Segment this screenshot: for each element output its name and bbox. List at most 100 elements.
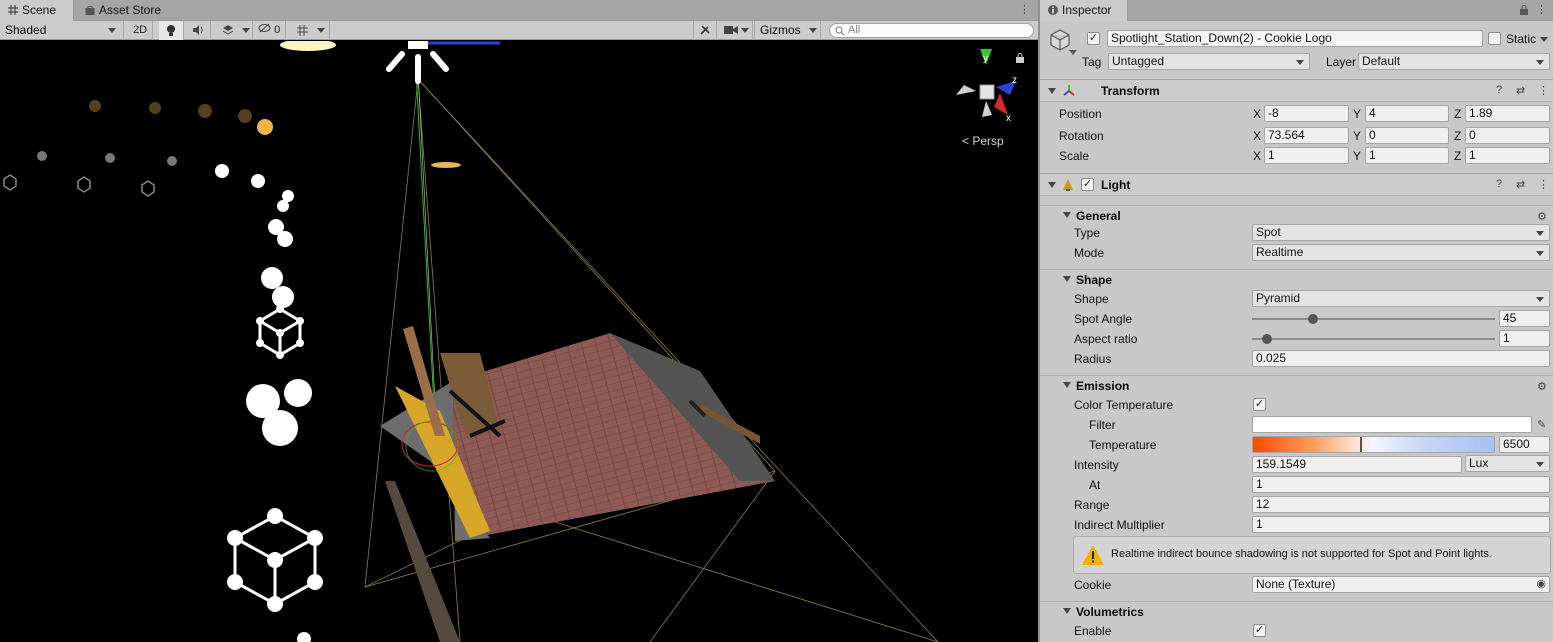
aspect-ratio-slider[interactable] xyxy=(1252,338,1495,340)
grid-snap-dropdown[interactable] xyxy=(288,21,330,40)
spot-angle-slider[interactable] xyxy=(1252,318,1495,320)
type-dropdown[interactable]: Spot xyxy=(1252,224,1550,241)
lighting-toggle-button[interactable] xyxy=(159,21,184,40)
intensity-unit-dropdown[interactable]: Lux xyxy=(1465,455,1550,472)
foldout-icon[interactable] xyxy=(1063,382,1071,388)
camera-dropdown[interactable] xyxy=(719,21,753,40)
object-active-checkbox[interactable]: ✓ xyxy=(1087,32,1100,45)
aspect-ratio-slider-knob[interactable] xyxy=(1261,334,1272,344)
gear-icon[interactable]: ⚙ xyxy=(1537,210,1547,223)
foldout-icon[interactable] xyxy=(1063,608,1071,614)
tools-button[interactable] xyxy=(693,21,717,40)
temperature-slider[interactable] xyxy=(1252,436,1495,453)
gizmo-x-cone[interactable] xyxy=(994,93,1008,115)
color-temperature-checkbox[interactable]: ✓ xyxy=(1253,398,1266,411)
emission-section-header[interactable]: Emission ⚙ xyxy=(1040,375,1553,395)
axis-y-label[interactable]: Y xyxy=(1353,107,1361,121)
spot-angle-field[interactable]: 45 xyxy=(1499,310,1550,327)
draw-mode-dropdown[interactable]: Shaded xyxy=(0,21,124,40)
lock-icon[interactable] xyxy=(1015,53,1025,63)
at-label: At xyxy=(1089,478,1101,492)
axis-x-label[interactable]: X xyxy=(1253,149,1261,163)
gizmo-neg-x-cone[interactable] xyxy=(956,85,976,95)
layer-dropdown[interactable]: Default xyxy=(1358,53,1550,70)
position-y-field[interactable]: 4 xyxy=(1365,105,1449,122)
help-icon[interactable]: ? xyxy=(1496,84,1502,96)
temperature-slider-marker[interactable] xyxy=(1359,437,1362,452)
tag-dropdown[interactable]: Untagged xyxy=(1108,53,1310,70)
position-label[interactable]: Position xyxy=(1059,107,1102,121)
audio-toggle-button[interactable] xyxy=(186,21,211,40)
static-chevron-icon[interactable] xyxy=(1540,37,1548,42)
icon-picker-chevron-icon[interactable] xyxy=(1069,50,1077,55)
grid-snap-icon xyxy=(297,25,308,36)
axis-x-label[interactable]: X xyxy=(1253,129,1261,143)
inspector-menu-icon[interactable]: ⋮ xyxy=(1536,3,1547,17)
scale-z-field[interactable]: 1 xyxy=(1465,147,1550,164)
spot-angle-slider-knob[interactable] xyxy=(1307,314,1318,324)
gizmo-neg-y-cone[interactable] xyxy=(982,101,992,117)
rotation-label[interactable]: Rotation xyxy=(1059,129,1104,143)
scale-x-field[interactable]: 1 xyxy=(1264,147,1349,164)
object-picker-icon[interactable]: ◉ xyxy=(1536,577,1546,592)
intensity-label: Intensity xyxy=(1074,458,1119,472)
gizmo-center-cube[interactable] xyxy=(979,84,995,100)
tab-asset-store[interactable]: Asset Store xyxy=(77,0,177,21)
hidden-objects-toggle[interactable]: 0 xyxy=(255,21,286,40)
projection-toggle[interactable]: < Persp xyxy=(962,134,1004,148)
radius-field[interactable]: 0.025 xyxy=(1252,350,1550,367)
light-enabled-checkbox[interactable]: ✓ xyxy=(1081,178,1094,191)
rotation-z-field[interactable]: 0 xyxy=(1465,127,1550,144)
aspect-ratio-field[interactable]: 1 xyxy=(1499,330,1550,347)
position-x-field[interactable]: -8 xyxy=(1264,105,1349,122)
gear-icon[interactable]: ⚙ xyxy=(1537,380,1547,393)
help-icon[interactable]: ? xyxy=(1496,178,1502,190)
light-header[interactable]: ✓ Light ? ⇄ ⋮ xyxy=(1040,173,1553,196)
lock-icon[interactable] xyxy=(1519,5,1529,15)
cookie-field[interactable]: None (Texture) ◉ xyxy=(1252,576,1550,593)
axis-z-label[interactable]: Z xyxy=(1454,107,1461,121)
effects-dropdown[interactable] xyxy=(213,21,253,40)
axis-x-label[interactable]: X xyxy=(1253,107,1261,121)
mode-dropdown[interactable]: Realtime xyxy=(1252,244,1550,261)
component-menu-icon[interactable]: ⋮ xyxy=(1538,84,1549,97)
axis-y-label[interactable]: Y xyxy=(1353,149,1361,163)
foldout-icon[interactable] xyxy=(1063,212,1071,218)
rotation-y-field[interactable]: 0 xyxy=(1365,127,1449,144)
range-field[interactable]: 12 xyxy=(1252,496,1550,513)
at-field[interactable]: 1 xyxy=(1252,476,1550,493)
filter-color-field[interactable] xyxy=(1252,416,1532,433)
transform-header[interactable]: Transform ? ⇄ ⋮ xyxy=(1040,79,1553,102)
foldout-icon[interactable] xyxy=(1048,88,1056,94)
eyedropper-icon[interactable]: ✎ xyxy=(1537,418,1546,431)
axis-z-label[interactable]: Z xyxy=(1454,129,1461,143)
tab-scene[interactable]: Scene xyxy=(0,0,74,21)
volumetrics-enable-checkbox[interactable]: ✓ xyxy=(1253,624,1266,637)
object-name-field[interactable]: Spotlight_Station_Down(2) - Cookie Logo xyxy=(1107,30,1483,47)
shape-dropdown[interactable]: Pyramid xyxy=(1252,290,1550,307)
foldout-icon[interactable] xyxy=(1063,276,1071,282)
shape-section-header[interactable]: Shape xyxy=(1040,269,1553,289)
preset-icon[interactable]: ⇄ xyxy=(1516,84,1525,97)
scale-y-field[interactable]: 1 xyxy=(1365,147,1449,164)
indirect-multiplier-field[interactable]: 1 xyxy=(1252,516,1550,533)
volumetrics-section-header[interactable]: Volumetrics xyxy=(1040,601,1553,621)
gizmos-dropdown[interactable]: Gizmos xyxy=(754,21,821,40)
tab-inspector[interactable]: Inspector xyxy=(1040,0,1128,21)
preset-icon[interactable]: ⇄ xyxy=(1516,178,1525,191)
static-checkbox[interactable] xyxy=(1488,32,1501,45)
position-z-field[interactable]: 1.89 xyxy=(1465,105,1550,122)
scene-viewport[interactable]: y z x < Persp xyxy=(0,41,1038,642)
rotation-x-field[interactable]: 73.564 xyxy=(1264,127,1349,144)
scene-menu-icon[interactable]: ⋮ xyxy=(1019,3,1030,17)
scale-label[interactable]: Scale xyxy=(1059,149,1089,163)
axis-y-label[interactable]: Y xyxy=(1353,129,1361,143)
component-menu-icon[interactable]: ⋮ xyxy=(1538,178,1549,191)
intensity-field[interactable]: 159.1549 xyxy=(1252,456,1462,473)
axis-z-label[interactable]: Z xyxy=(1454,149,1461,163)
foldout-icon[interactable] xyxy=(1048,182,1056,188)
scene-search-input[interactable]: All xyxy=(829,23,1034,38)
toggle-2d-button[interactable]: 2D xyxy=(128,21,153,40)
general-section-header[interactable]: General ⚙ xyxy=(1040,205,1553,225)
temperature-field[interactable]: 6500 xyxy=(1499,436,1550,453)
